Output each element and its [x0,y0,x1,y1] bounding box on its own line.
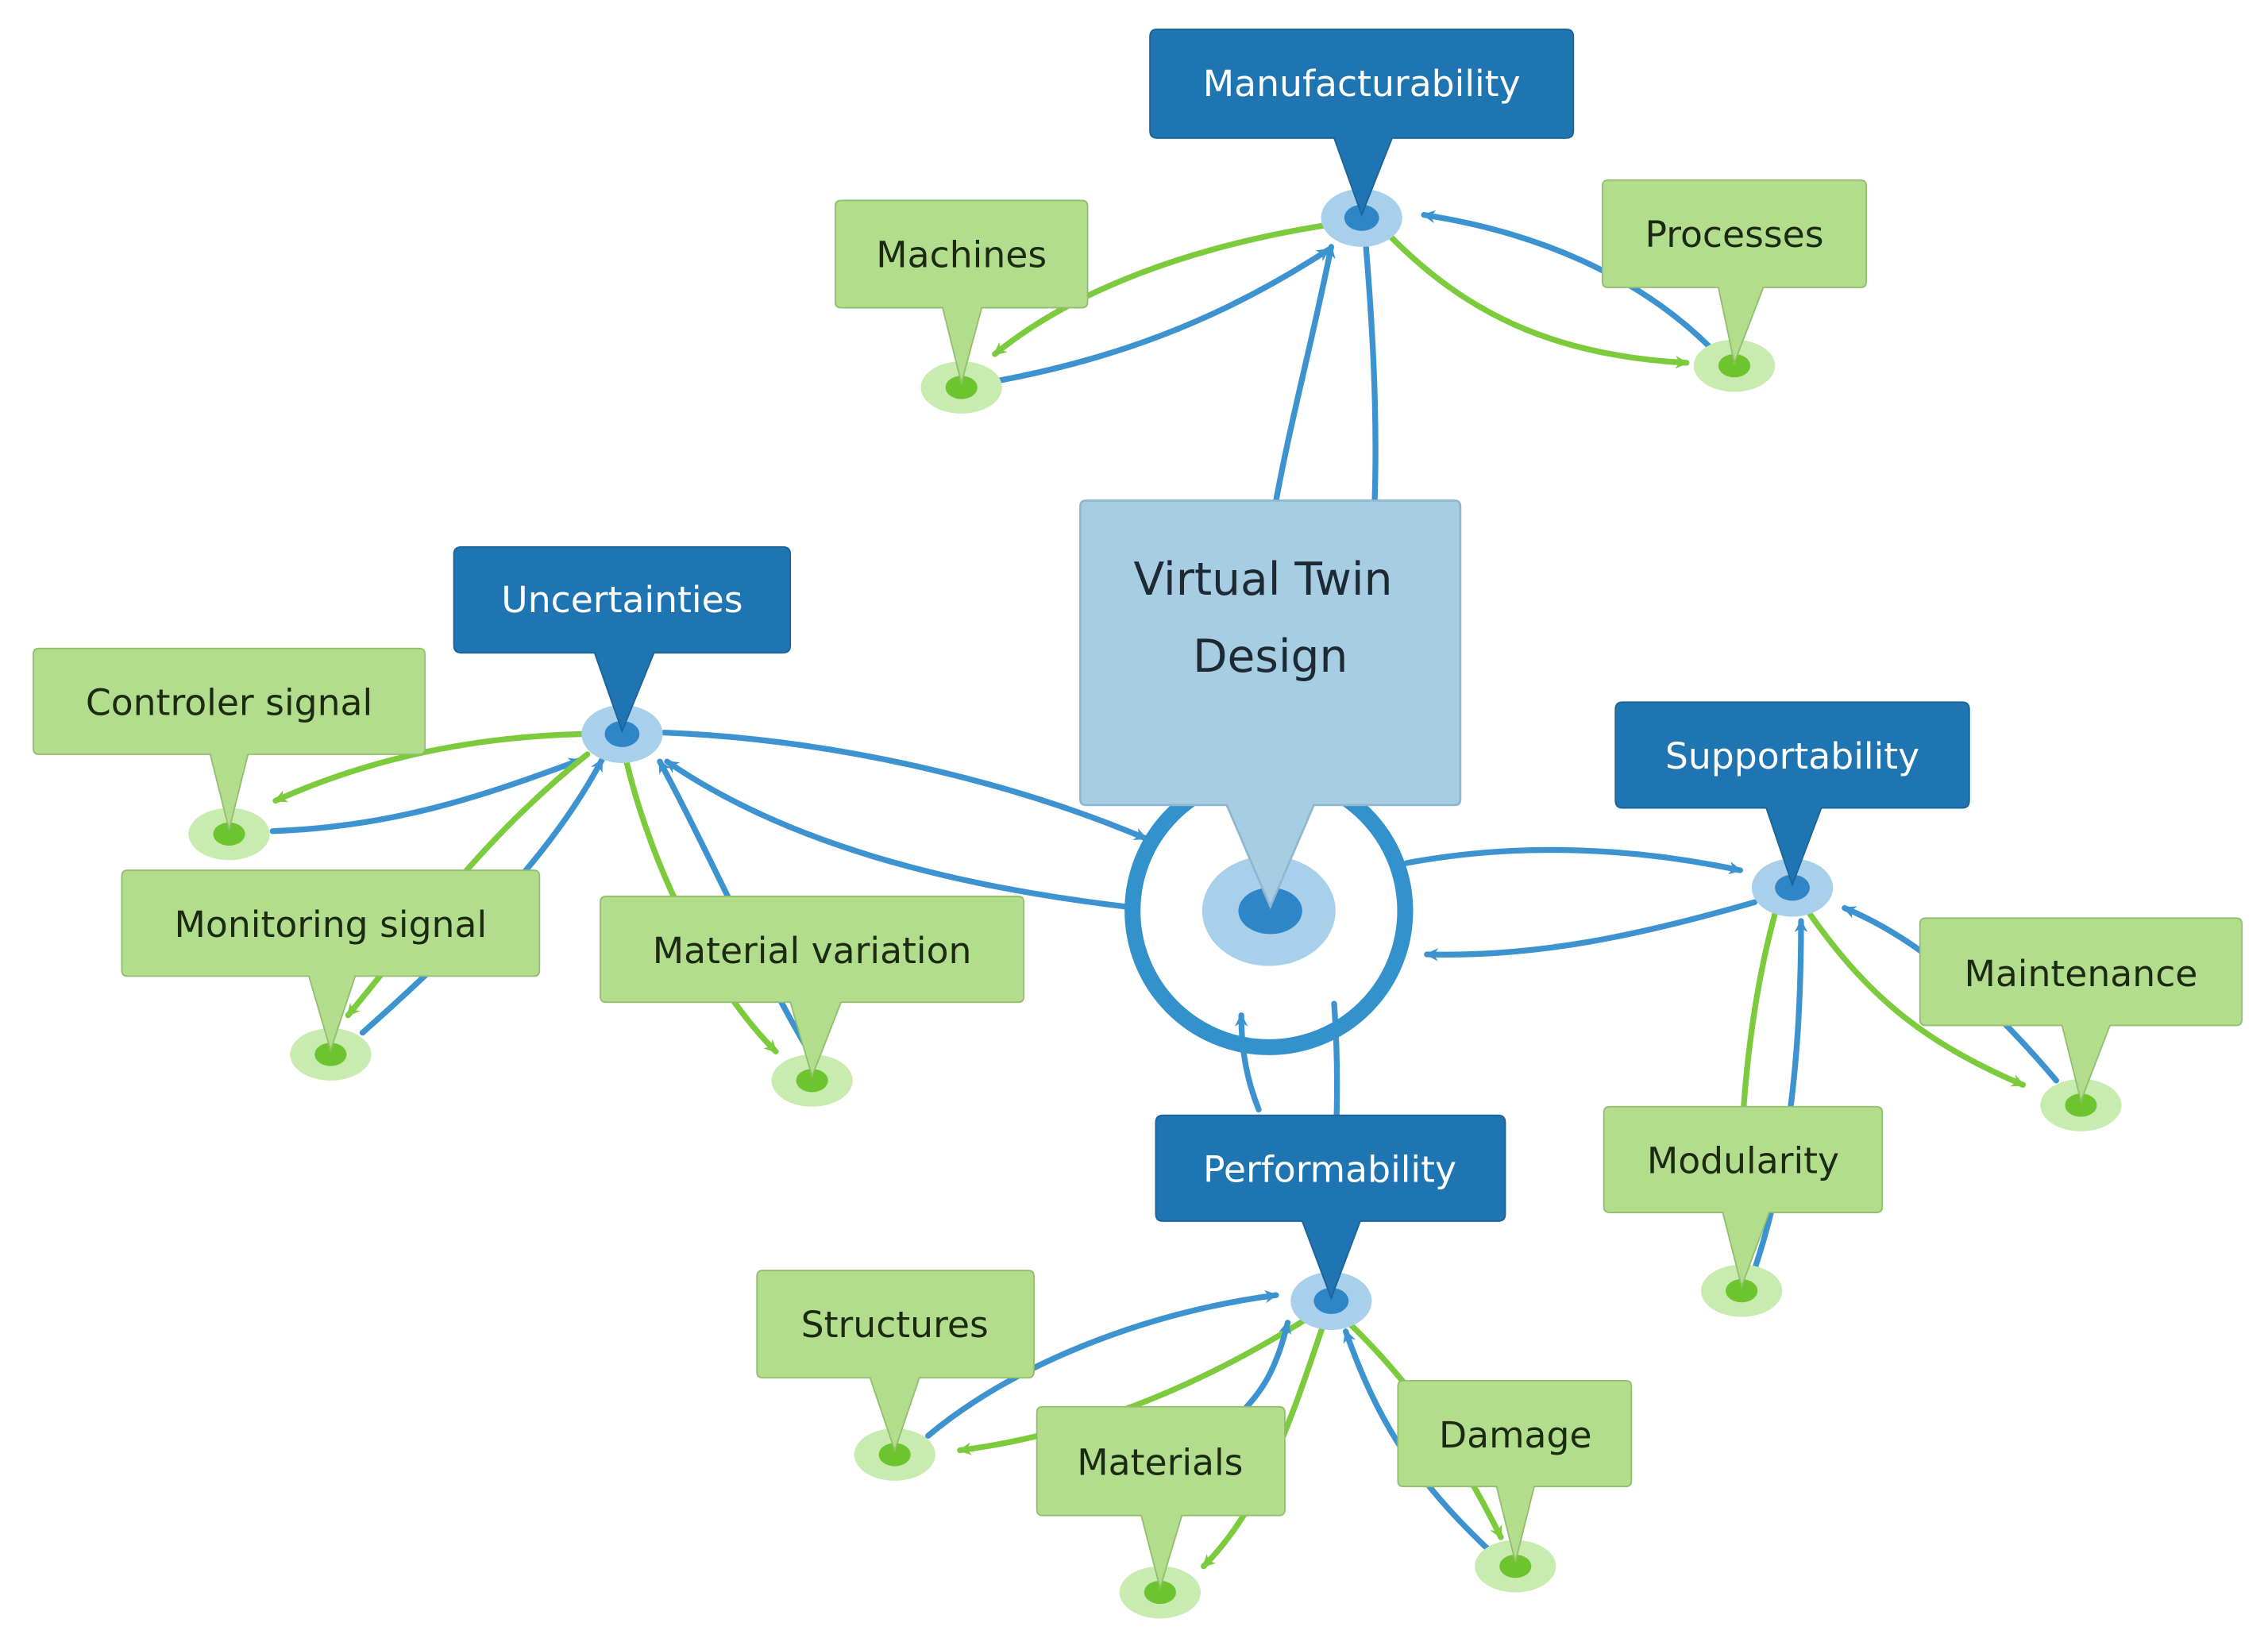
leaf-label: Structures [801,1304,989,1346]
leaf-label: Controler signal [86,682,372,724]
leaf-label: Materials [1077,1442,1243,1484]
category-uncertainties[interactable]: Uncertainties [453,545,792,763]
leaf-machines[interactable]: Machines [834,199,1089,414]
leaf-callout-shape [1601,179,1868,366]
leaf-callout-shape [756,1270,1035,1453]
leaf-label: Damage [1439,1414,1592,1456]
leaf-label: Machines [876,233,1047,276]
leaf-callout-shape [121,869,541,1053]
category-callout-shape [453,545,792,734]
center-callout[interactable]: Virtual Twin Design [1079,499,1462,910]
category-label: Performability [1203,1149,1456,1191]
leaf-material-variation[interactable]: Material variation [600,896,1025,1107]
leaf-controler-signal[interactable]: Controler signal [33,647,426,861]
leaf-label: Modularity [1647,1140,1839,1182]
leaf-maintenance[interactable]: Maintenance [1919,917,2243,1131]
virtual-twin-mind-map: Virtual Twin Design Manufacturability Un… [33,29,2243,1619]
leaf-callout-shape [834,199,1089,387]
category-label: Uncertainties [501,579,742,621]
leaf-callout-shape [1919,917,2243,1104]
leaf-damage[interactable]: Damage [1397,1379,1633,1593]
edge-uncertainties-to-center [661,729,1149,842]
leaf-callout-shape [33,647,426,831]
category-manufacturability[interactable]: Manufacturability [1149,29,1575,247]
edge-center-to-uncertainties [664,758,1128,910]
leaf-callout-shape [1397,1379,1633,1563]
category-label: Supportability [1665,735,1919,777]
category-callout-shape [1155,1114,1506,1301]
center-title-line2: Design [1193,630,1348,683]
leaf-label: Maintenance [1964,953,2197,995]
center-title-line1: Virtual Twin [1134,553,1393,606]
category-label: Manufacturability [1203,63,1521,105]
edge-center-to-manufacturability [1363,244,1379,504]
leaf-label: Monitoring signal [175,904,488,946]
category-performability[interactable]: Performability [1155,1114,1506,1330]
edge-center-to-manufacturability-2 [1273,244,1336,504]
edge-supportability-to-center [1424,899,1758,962]
edge-performability-to-center [1234,1012,1262,1113]
leaf-callout-shape [1603,1105,1884,1289]
leaf-label: Material variation [653,930,972,972]
leaf-structures[interactable]: Structures [756,1270,1035,1481]
category-supportability[interactable]: Supportability [1614,701,1970,917]
edge-controler-signal-to-uncertainties [269,757,584,834]
leaf-modularity[interactable]: Modularity [1603,1105,1884,1317]
leaf-callout-shape [600,896,1025,1079]
edge-center-to-supportability [1403,846,1743,875]
category-callout-shape [1149,29,1575,218]
leaf-label: Processes [1645,214,1824,256]
leaf-callout-shape [1036,1405,1286,1591]
leaf-materials[interactable]: Materials [1036,1405,1286,1619]
leaf-monitoring-signal[interactable]: Monitoring signal [121,869,541,1081]
